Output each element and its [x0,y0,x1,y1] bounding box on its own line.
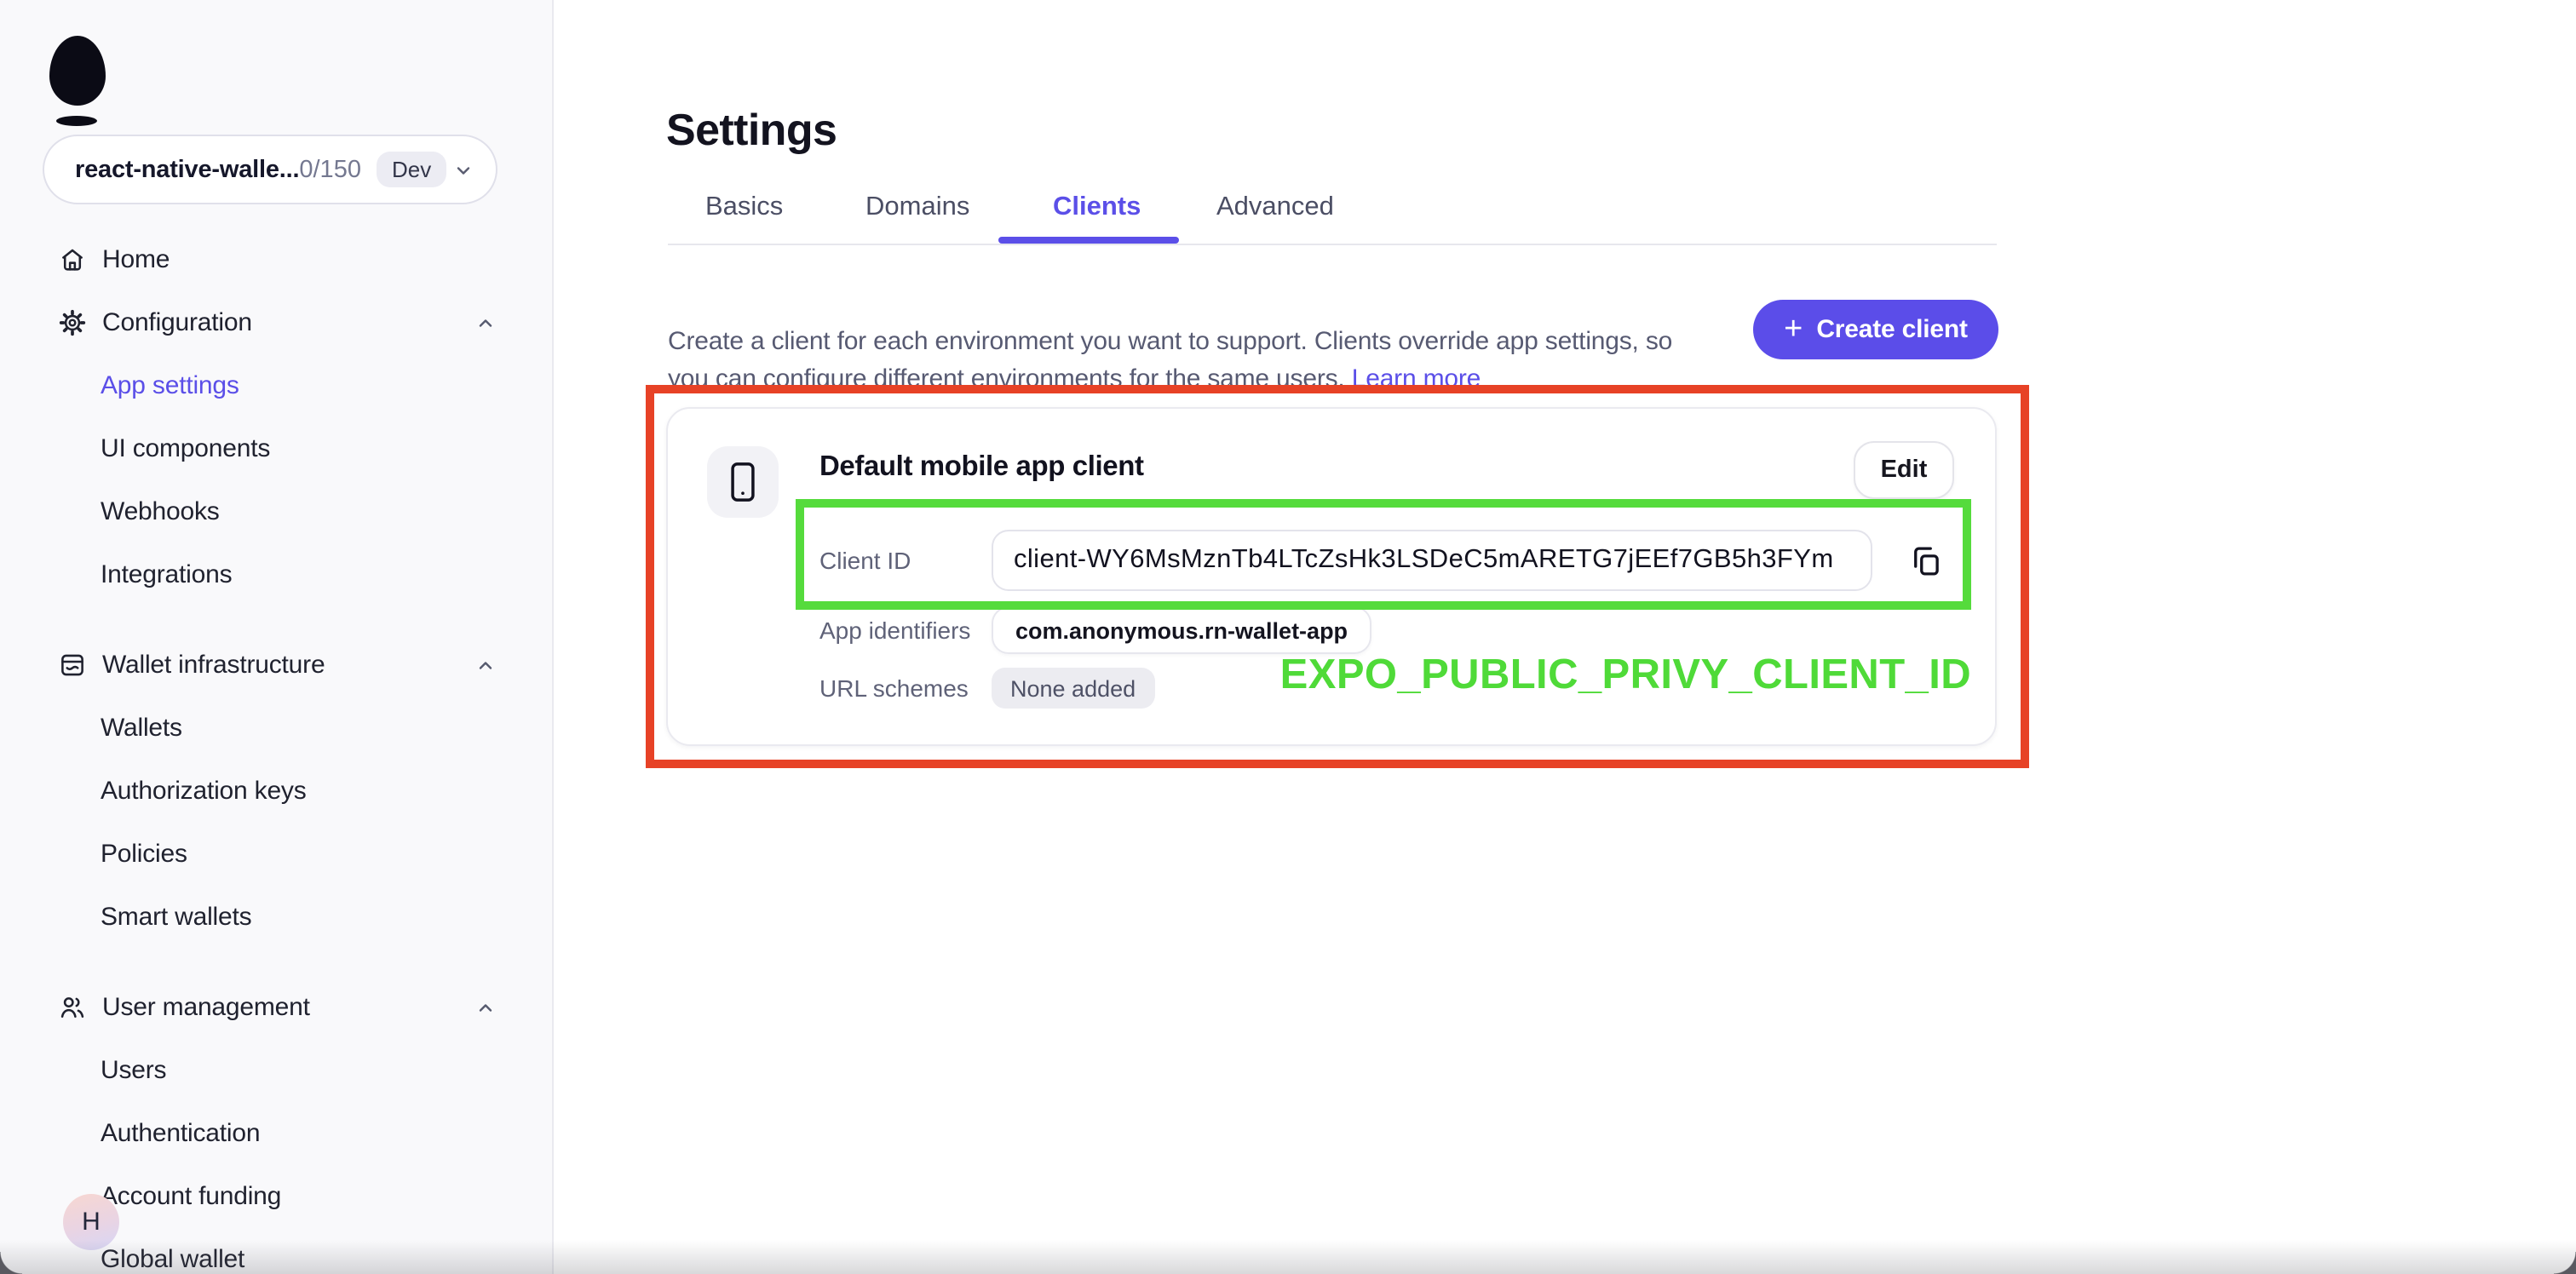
sidebar-item-webhooks[interactable]: Webhooks [0,480,552,543]
client-id-input[interactable] [992,530,1872,591]
sidebar-item-integrations[interactable]: Integrations [0,543,552,606]
sidebar-item-label: Account funding [101,1182,281,1211]
tab-clients[interactable]: Clients [1053,192,1141,223]
copy-client-id-button[interactable] [1903,538,1947,582]
smartphone-icon [724,460,762,504]
sidebar-item-label: Configuration [102,308,252,337]
sidebar-item-label: Policies [101,840,187,869]
app-window: react-native-walle... 0/150 Dev Home Con… [0,0,2576,1274]
privy-logo-icon [49,36,106,106]
sidebar-item-wallet-infrastructure[interactable]: Wallet infrastructure [0,634,552,697]
copy-icon [1907,542,1943,578]
description-line2: you can configure different environments… [668,364,1345,393]
sidebar-item-label: Webhooks [101,497,220,526]
user-avatar[interactable]: H [63,1194,119,1250]
url-schemes-label: URL schemes [819,673,969,703]
home-icon [58,245,87,274]
sidebar-item-label: Global wallet [101,1245,244,1274]
sidebar-item-label: User management [102,993,310,1022]
users-icon [58,993,87,1022]
wallet-icon [58,651,87,680]
plus-icon: + [1784,313,1803,345]
chevron-down-icon [453,159,474,180]
sidebar-item-label: UI components [101,434,270,463]
sidebar-item-policies[interactable]: Policies [0,823,552,886]
main-content: Settings Basics Domains Clients Advanced… [554,0,2576,1274]
active-tab-underline [998,237,1179,243]
sidebar-item-smart-wallets[interactable]: Smart wallets [0,886,552,949]
project-usage-count: 0/150 [299,156,361,183]
sidebar-item-users[interactable]: Users [0,1039,552,1102]
sidebar-item-wallets[interactable]: Wallets [0,697,552,760]
sidebar-item-label: Wallet infrastructure [102,651,325,680]
sidebar-item-home[interactable]: Home [0,228,552,291]
edit-client-button[interactable]: Edit [1854,441,1954,499]
avatar-initial: H [82,1208,101,1237]
app-identifier-value: com.anonymous.rn-wallet-app [992,606,1371,654]
project-selector[interactable]: react-native-walle... 0/150 Dev [43,135,497,204]
chevron-up-icon[interactable] [475,655,496,675]
tab-basics[interactable]: Basics [705,192,783,223]
tabs-divider [668,243,1997,245]
sidebar-item-app-settings[interactable]: App settings [0,354,552,417]
sidebar: react-native-walle... 0/150 Dev Home Con… [0,0,554,1274]
client-name: Default mobile app client [819,451,1144,484]
tab-advanced[interactable]: Advanced [1216,192,1334,223]
environment-badge: Dev [377,152,446,187]
privy-logo-shadow [56,116,97,126]
sidebar-item-label: Wallets [101,714,182,743]
mobile-client-tile [707,446,779,518]
chevron-up-icon[interactable] [475,997,496,1018]
sidebar-item-label: Authentication [101,1119,260,1148]
gear-icon [58,308,87,337]
create-client-button[interactable]: + Create client [1753,300,1998,359]
sidebar-item-label: Users [101,1056,166,1085]
create-client-label: Create client [1816,315,1968,344]
description-line1: Create a client for each environment you… [668,327,1672,356]
sidebar-item-ui-components[interactable]: UI components [0,417,552,480]
sidebar-item-authorization-keys[interactable]: Authorization keys [0,760,552,823]
sidebar-item-label: App settings [101,371,239,400]
sidebar-item-label: Smart wallets [101,903,251,932]
tab-domains[interactable]: Domains [865,192,969,223]
client-id-label: Client ID [819,545,911,576]
app-identifiers-label: App identifiers [819,615,970,646]
sidebar-nav: Home Configuration App settings UI compo… [0,228,552,1274]
clients-description: Create a client for each environment you… [668,324,1758,397]
chevron-up-icon[interactable] [475,313,496,333]
sidebar-item-configuration[interactable]: Configuration [0,291,552,354]
sidebar-item-label: Integrations [101,560,232,589]
learn-more-link[interactable]: Learn more [1352,364,1481,393]
sidebar-item-label: Home [102,245,170,274]
page-title: Settings [666,105,837,158]
sidebar-item-label: Authorization keys [101,777,307,806]
sidebar-item-authentication[interactable]: Authentication [0,1102,552,1165]
project-name: react-native-walle... [75,156,299,183]
sidebar-item-user-management[interactable]: User management [0,976,552,1039]
url-schemes-value: None added [992,668,1154,709]
